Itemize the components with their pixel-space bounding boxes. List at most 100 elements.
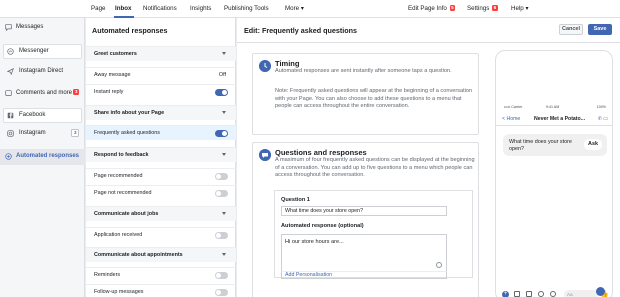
- page-recommended-toggle[interactable]: [215, 173, 228, 180]
- camera-icon: [514, 291, 520, 297]
- message-bubble-icon: [5, 24, 12, 31]
- instagram-badge: 3: [71, 129, 79, 137]
- sidebar-item-comments-and-more[interactable]: Comments and more 3: [0, 86, 85, 101]
- carrier-text: ••••• Carrier: [504, 105, 523, 109]
- edit-page-info-link[interactable]: Edit Page Info 5: [408, 5, 456, 12]
- section-label: Communicate about appointments: [94, 252, 183, 258]
- facebook-icon: [7, 112, 14, 119]
- sidebar-item-messages[interactable]: Messages: [0, 20, 85, 35]
- chevron-down-icon: [222, 52, 226, 55]
- timing-description: Automated responses are sent instantly a…: [275, 68, 452, 74]
- clock-text: 9:41 AM: [546, 105, 560, 109]
- question-label: Question 1: [281, 197, 310, 203]
- reminders-toggle[interactable]: [215, 272, 228, 279]
- cancel-button[interactable]: Cancel: [559, 24, 583, 35]
- save-button[interactable]: Save: [588, 24, 612, 35]
- emoji-icon[interactable]: [436, 262, 442, 268]
- page-not-recommended-toggle[interactable]: [215, 190, 228, 197]
- row-label: Page recommended: [94, 173, 143, 179]
- section-label: Communicate about jobs: [94, 211, 159, 217]
- section-share-info[interactable]: Share info about your Page: [86, 105, 236, 120]
- divider: [237, 42, 620, 43]
- row-instant-reply[interactable]: Instant reply: [86, 84, 236, 99]
- back-link: < Home: [502, 116, 521, 122]
- row-reminders[interactable]: Reminders: [86, 267, 236, 282]
- sidebar-item-instagram[interactable]: Instagram 3: [0, 126, 85, 141]
- sidebar-item-facebook[interactable]: Facebook: [0, 108, 85, 123]
- row-label: Frequently asked questions: [94, 130, 160, 136]
- section-greet-customers[interactable]: Greet customers: [86, 46, 236, 61]
- phone-status-bar: ••••• Carrier 9:41 AM 100%: [504, 105, 606, 110]
- response-text: Hi our store hours are...: [285, 239, 344, 245]
- phone-preview: ••••• Carrier 9:41 AM 100% < Home Never …: [495, 50, 613, 297]
- chevron-down-icon: [222, 253, 226, 256]
- row-follow-up-messages[interactable]: Follow-up messages: [86, 284, 236, 297]
- sidebar-item-label: Instagram: [19, 130, 46, 136]
- add-personalisation-link[interactable]: Add Personalisation: [281, 271, 447, 279]
- section-label: Greet customers: [94, 51, 137, 57]
- comments-icon: [5, 90, 12, 96]
- section-communicate-about-jobs[interactable]: Communicate about jobs: [86, 206, 236, 221]
- panel-title: Automated responses: [92, 26, 168, 35]
- edit-page-info-badge: 5: [449, 5, 456, 11]
- tab-inbox[interactable]: Inbox: [115, 5, 132, 12]
- sidebar-item-label: Comments and more: [16, 90, 73, 96]
- row-label: Instant reply: [94, 89, 124, 95]
- section-label: Share info about your Page: [94, 110, 165, 116]
- tab-notifications[interactable]: Notifications: [143, 5, 177, 12]
- row-label: Page not recommended: [94, 190, 152, 196]
- sidebar-item-label: Automated responses: [16, 153, 80, 159]
- question-editor: Question 1 What time does your store ope…: [274, 190, 473, 279]
- clock-icon: [259, 60, 271, 72]
- faq-suggestion: What time does your store open? Ask: [503, 134, 607, 156]
- row-page-not-recommended[interactable]: Page not recommended: [86, 185, 236, 200]
- row-label: Application received: [94, 232, 143, 238]
- timing-card: Timing Automated responses are sent inst…: [252, 53, 479, 135]
- timing-title: Timing: [275, 59, 300, 68]
- section-label: Respond to feedback: [94, 152, 149, 158]
- section-communicate-about-appointments[interactable]: Communicate about appointments: [86, 247, 236, 262]
- instagram-direct-icon: [7, 68, 14, 75]
- response-textarea[interactable]: Hi our store hours are...: [281, 234, 447, 271]
- application-received-toggle[interactable]: [215, 232, 228, 239]
- emoji-icon: [550, 291, 556, 297]
- question-input[interactable]: What time does your store open?: [281, 206, 447, 216]
- sidebar-item-label: Messenger: [19, 48, 49, 54]
- chat-bubble-icon[interactable]: [596, 287, 605, 296]
- questions-card: Questions and responses A maximum of fou…: [252, 142, 479, 297]
- follow-up-messages-toggle[interactable]: [215, 289, 228, 296]
- faq-toggle[interactable]: [215, 130, 228, 137]
- row-application-received[interactable]: Application received: [86, 227, 236, 242]
- chevron-down-icon: [222, 111, 226, 114]
- row-page-recommended[interactable]: Page recommended: [86, 168, 236, 183]
- settings-link[interactable]: Settings 6: [467, 5, 498, 12]
- help-menu[interactable]: Help ▾: [511, 5, 529, 12]
- chevron-down-icon: [222, 153, 226, 156]
- edit-page-info-label: Edit Page Info: [408, 5, 447, 12]
- response-label: Automated response (optional): [281, 223, 364, 229]
- top-navigation: Page Inbox Notifications Insights Publis…: [0, 0, 620, 18]
- message-input: Aa: [564, 290, 598, 297]
- sidebar-item-instagram-direct[interactable]: Instagram Direct: [0, 64, 85, 79]
- tab-more[interactable]: More ▾: [285, 5, 304, 12]
- sidebar-item-automated-responses[interactable]: Automated responses: [0, 149, 85, 165]
- faq-question-text: What time does your store open?: [509, 139, 572, 152]
- tab-publishing-tools[interactable]: Publishing Tools: [224, 5, 269, 12]
- questions-description: A maximum of four frequently asked quest…: [275, 157, 475, 178]
- row-frequently-asked-questions[interactable]: Frequently asked questions: [86, 125, 236, 140]
- photo-icon: [526, 291, 532, 297]
- settings-badge: 6: [492, 5, 498, 11]
- comments-badge: 3: [73, 89, 79, 95]
- instant-reply-toggle[interactable]: [215, 89, 228, 96]
- row-away-message[interactable]: Away message Off: [86, 67, 236, 82]
- chevron-down-icon: [222, 212, 226, 215]
- page-name: Never Met a Potato...: [534, 116, 586, 122]
- tab-page[interactable]: Page: [91, 5, 105, 12]
- ask-button: Ask: [584, 139, 602, 150]
- row-label: Reminders: [94, 272, 121, 278]
- section-respond-to-feedback[interactable]: Respond to feedback: [86, 147, 236, 162]
- timing-note: Note: Frequently asked questions will ap…: [275, 88, 473, 109]
- tab-insights[interactable]: Insights: [190, 5, 211, 12]
- battery-text: 100%: [596, 105, 606, 109]
- sidebar-item-messenger[interactable]: Messenger: [0, 44, 85, 59]
